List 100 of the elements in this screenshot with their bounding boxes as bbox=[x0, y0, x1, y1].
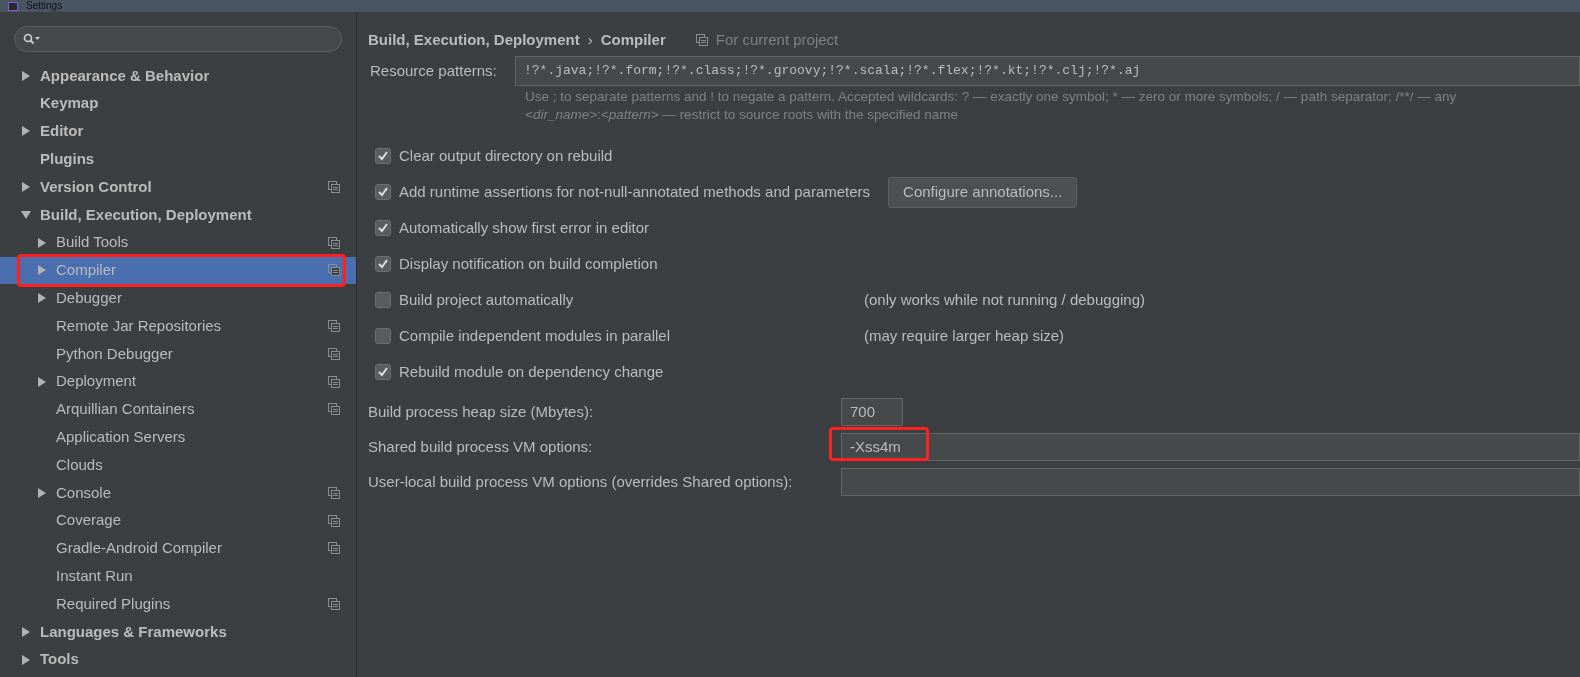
tree-item[interactable]: Editor bbox=[0, 117, 356, 146]
expand-triangle-icon[interactable] bbox=[36, 486, 48, 499]
field-value: -Xss4m bbox=[850, 436, 901, 457]
project-scope-icon bbox=[328, 236, 340, 249]
tree-item[interactable]: Remote Jar Repositories bbox=[0, 312, 356, 340]
tree-item-label: Required Plugins bbox=[56, 593, 171, 614]
tree-item-label: Application Servers bbox=[56, 427, 186, 447]
checkbox[interactable] bbox=[375, 256, 391, 272]
tree-item[interactable]: Build Tools bbox=[0, 228, 356, 257]
tree-item[interactable]: Version Control bbox=[0, 173, 356, 201]
field-label: Shared build process VM options: bbox=[368, 436, 594, 457]
tree-item-label: Tools bbox=[40, 649, 79, 670]
tree-item[interactable]: Debugger bbox=[0, 284, 356, 313]
tree-item[interactable]: Arquillian Containers bbox=[0, 395, 356, 424]
option-note: (may require larger heap size) bbox=[864, 325, 1065, 346]
text-field[interactable]: 700 bbox=[841, 398, 903, 426]
text-field[interactable]: -Xss4m bbox=[841, 433, 1580, 461]
project-scope-icon bbox=[328, 542, 340, 555]
text-field[interactable] bbox=[841, 468, 1580, 496]
project-scope-icon bbox=[695, 34, 708, 46]
checkbox[interactable] bbox=[375, 220, 391, 236]
tree-item[interactable]: Instant Run bbox=[0, 562, 356, 591]
tree-item[interactable]: Deployment bbox=[0, 367, 356, 396]
checkbox-label[interactable]: Compile independent modules in parallel bbox=[399, 324, 856, 348]
expand-triangle-icon[interactable] bbox=[36, 375, 48, 388]
tree-item-label: Editor bbox=[40, 121, 84, 142]
window-title: Settings bbox=[26, 1, 63, 11]
checkbox[interactable] bbox=[375, 184, 391, 200]
tree-item[interactable]: Console bbox=[0, 478, 356, 507]
tree-item-label: Gradle-Android Compiler bbox=[56, 538, 222, 559]
tree-item-label: Build, Execution, Deployment bbox=[40, 204, 252, 225]
breadcrumb-current: Compiler bbox=[600, 29, 666, 50]
expand-triangle-icon[interactable] bbox=[20, 625, 32, 638]
option-note: (only works while not running / debugging) bbox=[864, 289, 1145, 310]
checkbox[interactable] bbox=[375, 148, 391, 164]
tree-item-label: Coverage bbox=[56, 510, 122, 531]
tree-item-label: Clouds bbox=[56, 454, 103, 475]
hint-text: Use ; to separate patterns and ! to negate a pattern. Accepted wildcards: ? — exactly one symbol; * — zero or more symbols; / — path separator; /**/ — any bbox=[525, 88, 1458, 106]
tree-item-label: Remote Jar Repositories bbox=[56, 315, 222, 336]
project-scope-icon bbox=[328, 181, 340, 194]
expand-triangle-icon[interactable] bbox=[20, 653, 32, 666]
tree-item-label: Plugins bbox=[40, 149, 95, 170]
configure-annotations-button[interactable]: Configure annotations... bbox=[888, 176, 1078, 208]
tree-item-label: Languages & Frameworks bbox=[40, 621, 227, 642]
scope-label: For current project bbox=[715, 29, 839, 50]
breadcrumb-parent[interactable]: Build, Execution, Deployment bbox=[368, 28, 580, 52]
field-label: Build process heap size (Mbytes): bbox=[368, 401, 595, 422]
search-field[interactable] bbox=[14, 26, 342, 52]
project-scope-icon bbox=[328, 598, 340, 611]
tree-item[interactable]: Application Servers bbox=[0, 423, 356, 452]
checkbox-label[interactable]: Clear output directory on rebuild bbox=[399, 144, 613, 168]
tree-item[interactable]: Required Plugins bbox=[0, 590, 356, 618]
resource-patterns-field[interactable]: !?*.java;!?*.form;!?*.class;!?*.groovy;!?*.scala;!?*.flex;!?*.kt;!?*.clj;!?*.aj bbox=[515, 56, 1580, 86]
expand-triangle-icon[interactable] bbox=[20, 181, 32, 194]
checkbox[interactable] bbox=[375, 364, 391, 380]
tree-item-label: Version Control bbox=[40, 176, 152, 197]
tree-item-label: Arquillian Containers bbox=[56, 399, 195, 420]
expand-triangle-icon[interactable] bbox=[20, 69, 32, 82]
tree-item-label: Compiler bbox=[56, 260, 116, 281]
tree-item[interactable]: Tools bbox=[0, 645, 356, 674]
field-label: User-local build process VM options (overrides Shared options): bbox=[368, 471, 794, 492]
tree-item[interactable]: Plugins bbox=[0, 145, 356, 174]
tree-item[interactable]: Languages & Frameworks bbox=[0, 617, 356, 646]
project-scope-icon bbox=[328, 264, 340, 277]
checkbox-label[interactable]: Build project automatically bbox=[399, 288, 856, 312]
tree-item[interactable]: Clouds bbox=[0, 451, 356, 479]
tree-item-label: Python Debugger bbox=[56, 343, 173, 364]
field-label: Resource patterns: bbox=[369, 60, 498, 81]
checkbox-label[interactable]: Automatically show first error in editor bbox=[399, 216, 650, 240]
search-icon[interactable] bbox=[23, 33, 41, 45]
checkbox-label[interactable]: Add runtime assertions for not-null-annotated methods and parameters bbox=[399, 180, 871, 204]
field-value: !?*.java;!?*.form;!?*.class;!?*.groovy;!?*.scala;!?*.flex;!?*.kt;!?*.clj;!?*.aj bbox=[524, 62, 1141, 81]
collapse-triangle-icon[interactable] bbox=[20, 208, 32, 221]
tree-item-label: Build Tools bbox=[56, 232, 129, 253]
breadcrumb-separator: › bbox=[587, 29, 593, 50]
tree-item-label: Keymap bbox=[40, 93, 99, 114]
tree-item-label: Debugger bbox=[56, 288, 122, 308]
tree-item-label: Appearance & Behavior bbox=[40, 65, 210, 86]
project-scope-icon bbox=[328, 514, 340, 527]
hint-text: <dir_name>:<pattern> — restrict to source roots with the specified name bbox=[525, 106, 959, 124]
checkbox-label[interactable]: Display notification on build completion bbox=[399, 252, 658, 276]
tree-item[interactable]: Coverage bbox=[0, 506, 356, 535]
project-scope-icon bbox=[328, 375, 340, 388]
project-scope-icon bbox=[328, 403, 340, 416]
expand-triangle-icon[interactable] bbox=[20, 125, 32, 138]
tree-item-label: Instant Run bbox=[56, 566, 133, 586]
tree-item[interactable]: Build, Execution, Deployment bbox=[0, 201, 356, 229]
project-scope-icon bbox=[328, 320, 340, 333]
project-scope-icon bbox=[328, 347, 340, 360]
checkbox[interactable] bbox=[375, 328, 391, 344]
tree-item-label: Deployment bbox=[56, 371, 137, 392]
project-scope-icon bbox=[328, 486, 340, 499]
checkbox-label[interactable]: Rebuild module on dependency change bbox=[399, 360, 664, 384]
tree-item[interactable]: Python Debugger bbox=[0, 339, 356, 368]
checkbox[interactable] bbox=[375, 292, 391, 308]
tree-item[interactable]: Gradle-Android Compiler bbox=[0, 534, 356, 563]
expand-triangle-icon[interactable] bbox=[36, 236, 48, 249]
tree-item[interactable]: Keymap bbox=[0, 89, 356, 118]
expand-triangle-icon[interactable] bbox=[36, 292, 48, 305]
tree-item[interactable]: Appearance & Behavior bbox=[0, 62, 356, 90]
